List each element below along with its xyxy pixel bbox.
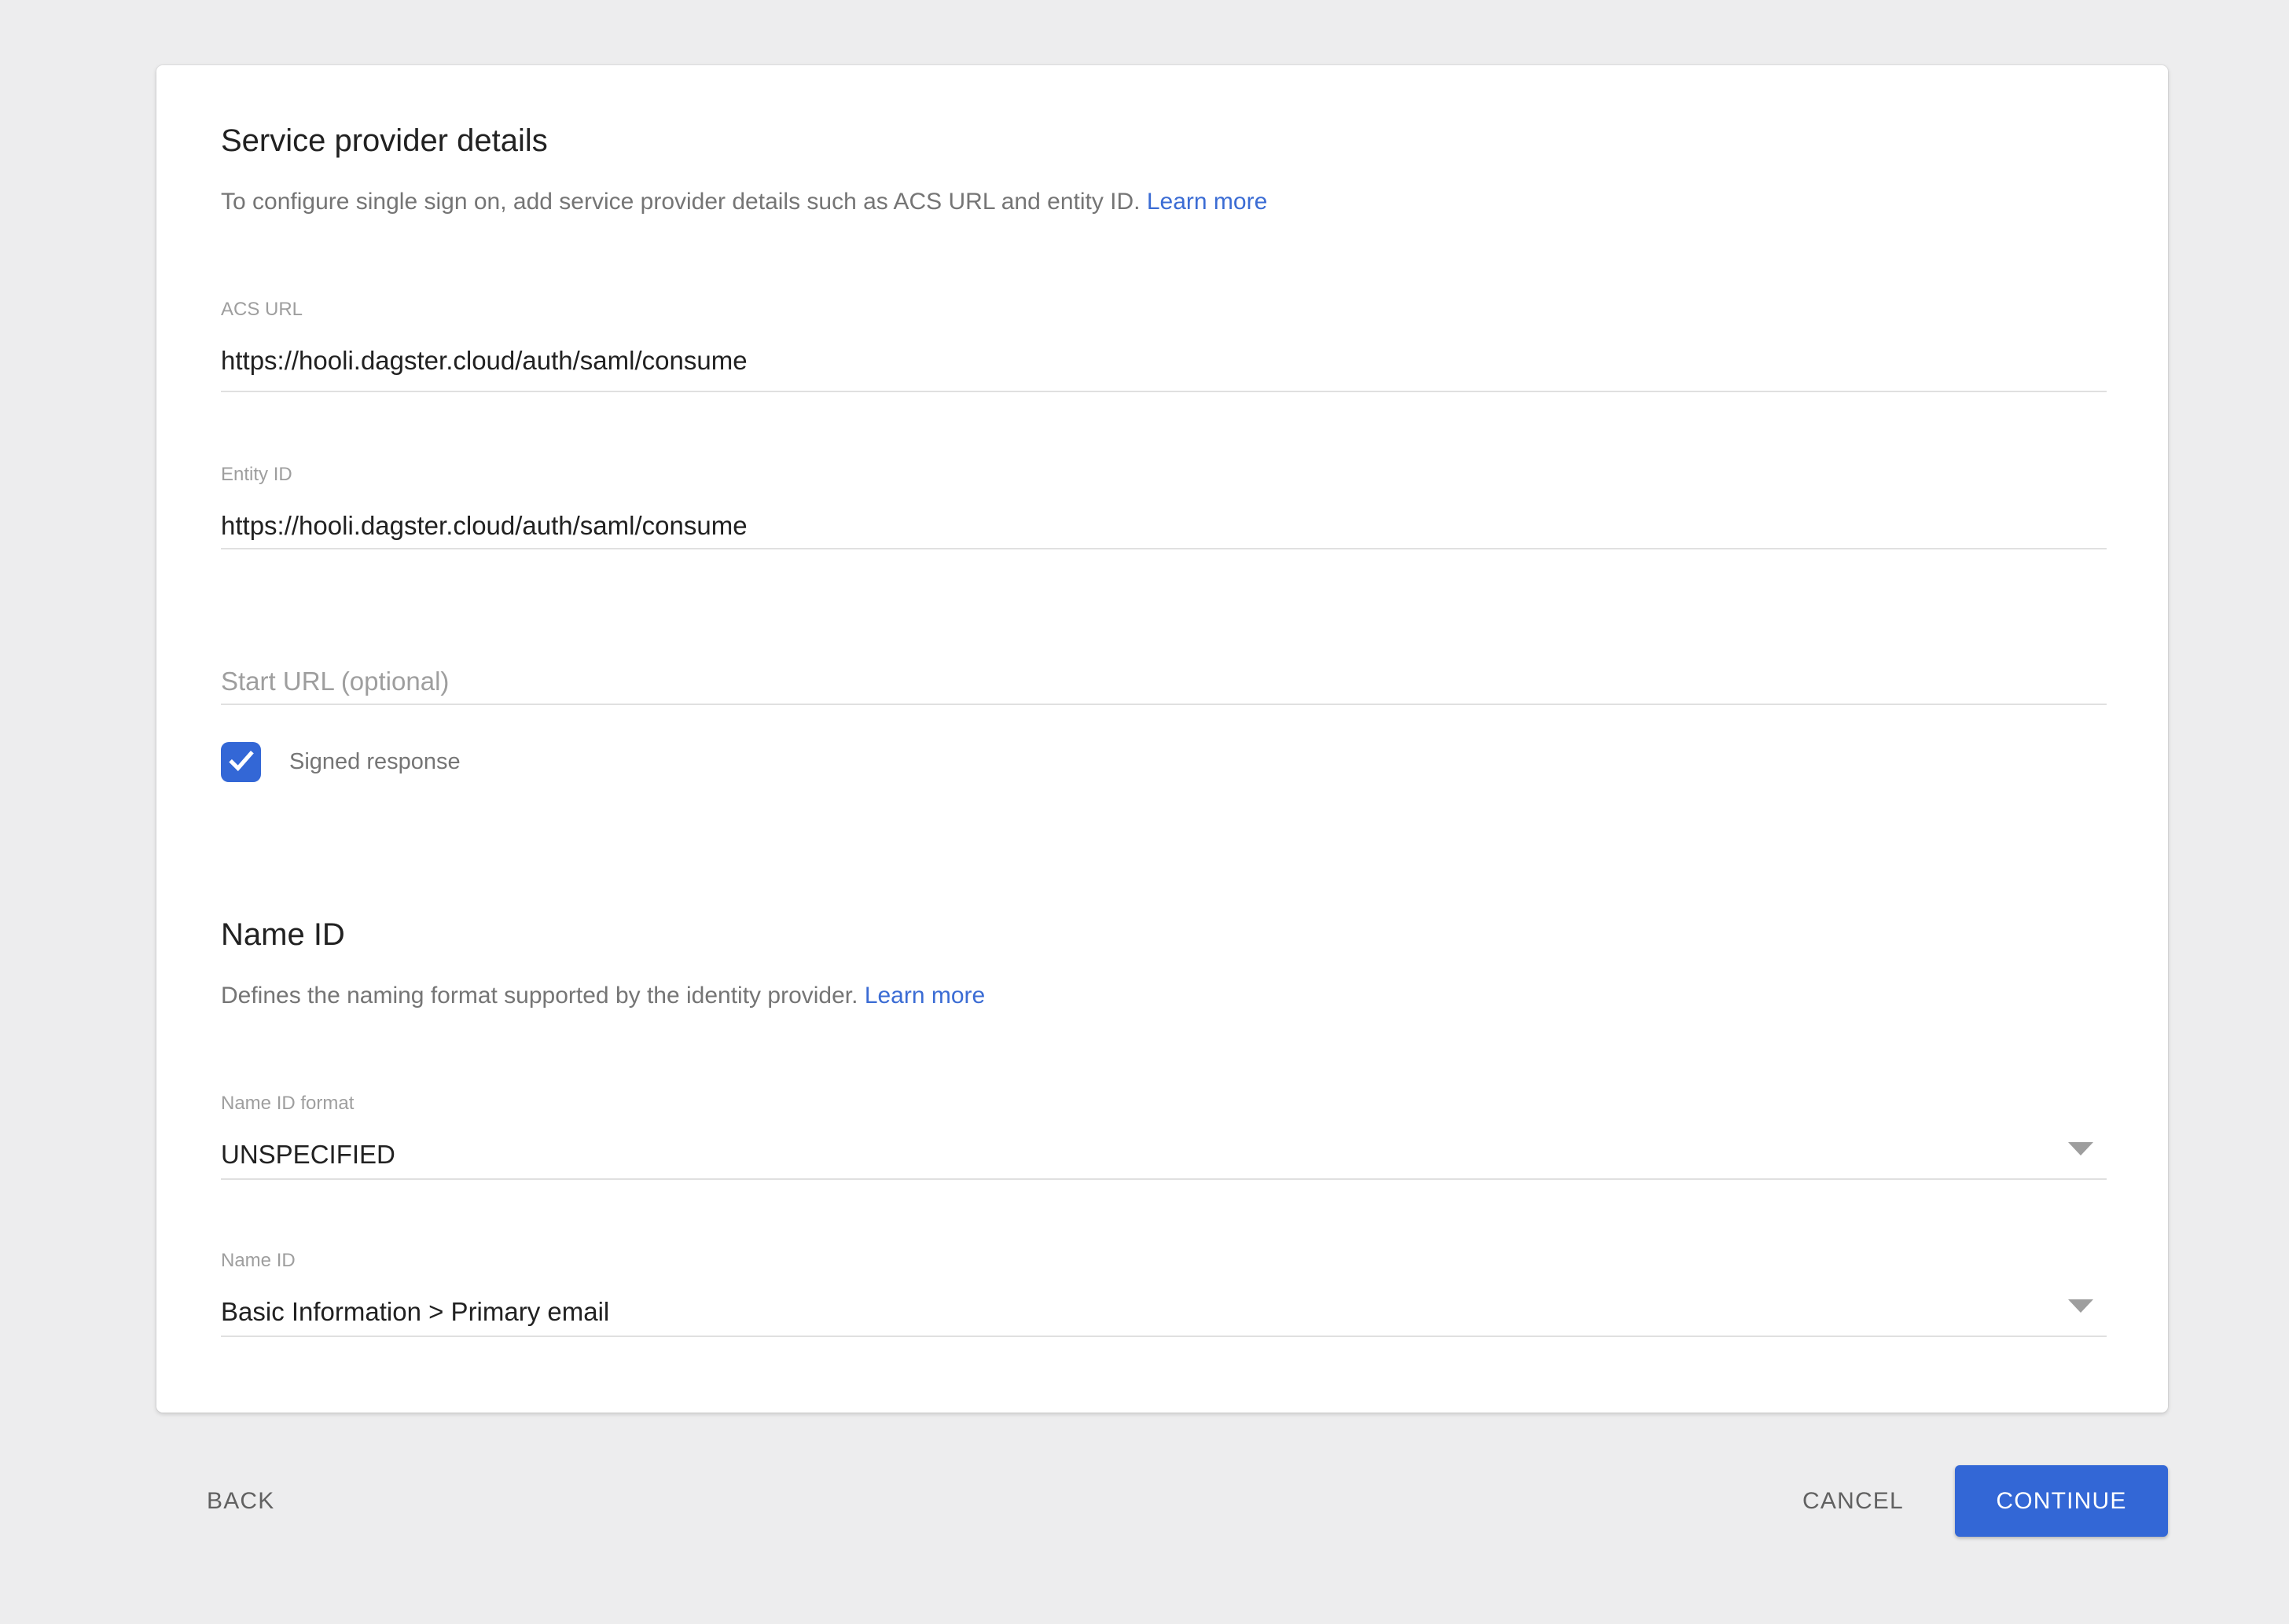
chevron-down-icon[interactable] [2068,1142,2093,1156]
name-id-format-value[interactable]: UNSPECIFIED [221,1137,2107,1172]
checkmark-icon [228,749,255,775]
entity-id-value[interactable]: https://hooli.dagster.cloud/auth/saml/co… [221,509,2107,543]
start-url-input[interactable] [221,664,2107,699]
service-provider-description: To configure single sign on, add service… [221,186,2107,218]
learn-more-link-name-id[interactable]: Learn more [865,983,985,1009]
name-id-description: Defines the naming format supported by t… [221,980,2107,1012]
entity-id-label: Entity ID [221,463,2107,487]
section-title-name-id: Name ID [221,916,2107,953]
acs-url-field[interactable]: ACS URL https://hooli.dagster.cloud/auth… [221,298,2107,392]
section-title-service-provider-details: Service provider details [221,122,2107,160]
entity-id-field[interactable]: Entity ID https://hooli.dagster.cloud/au… [221,463,2107,549]
name-id-format-select[interactable]: Name ID format UNSPECIFIED [221,1092,2107,1180]
signed-response-label[interactable]: Signed response [289,749,461,775]
signed-response-checkbox[interactable] [221,742,261,782]
name-id-description-text: Defines the naming format supported by t… [221,983,858,1009]
back-button[interactable]: BACK [182,1465,299,1537]
name-id-format-label: Name ID format [221,1092,2107,1115]
service-provider-card: Service provider details To configure si… [156,65,2168,1413]
signed-response-row: Signed response [221,742,2107,782]
start-url-field[interactable] [221,664,2107,705]
chevron-down-icon[interactable] [2068,1299,2093,1313]
acs-url-value[interactable]: https://hooli.dagster.cloud/auth/saml/co… [221,344,2107,378]
acs-url-label: ACS URL [221,298,2107,321]
cancel-button[interactable]: CANCEL [1778,1465,1928,1537]
continue-button[interactable]: CONTINUE [1955,1465,2168,1537]
service-provider-description-text: To configure single sign on, add service… [221,189,1141,215]
name-id-select[interactable]: Name ID Basic Information > Primary emai… [221,1249,2107,1337]
learn-more-link-service-provider[interactable]: Learn more [1147,189,1267,215]
name-id-label: Name ID [221,1249,2107,1273]
name-id-value[interactable]: Basic Information > Primary email [221,1295,2107,1329]
